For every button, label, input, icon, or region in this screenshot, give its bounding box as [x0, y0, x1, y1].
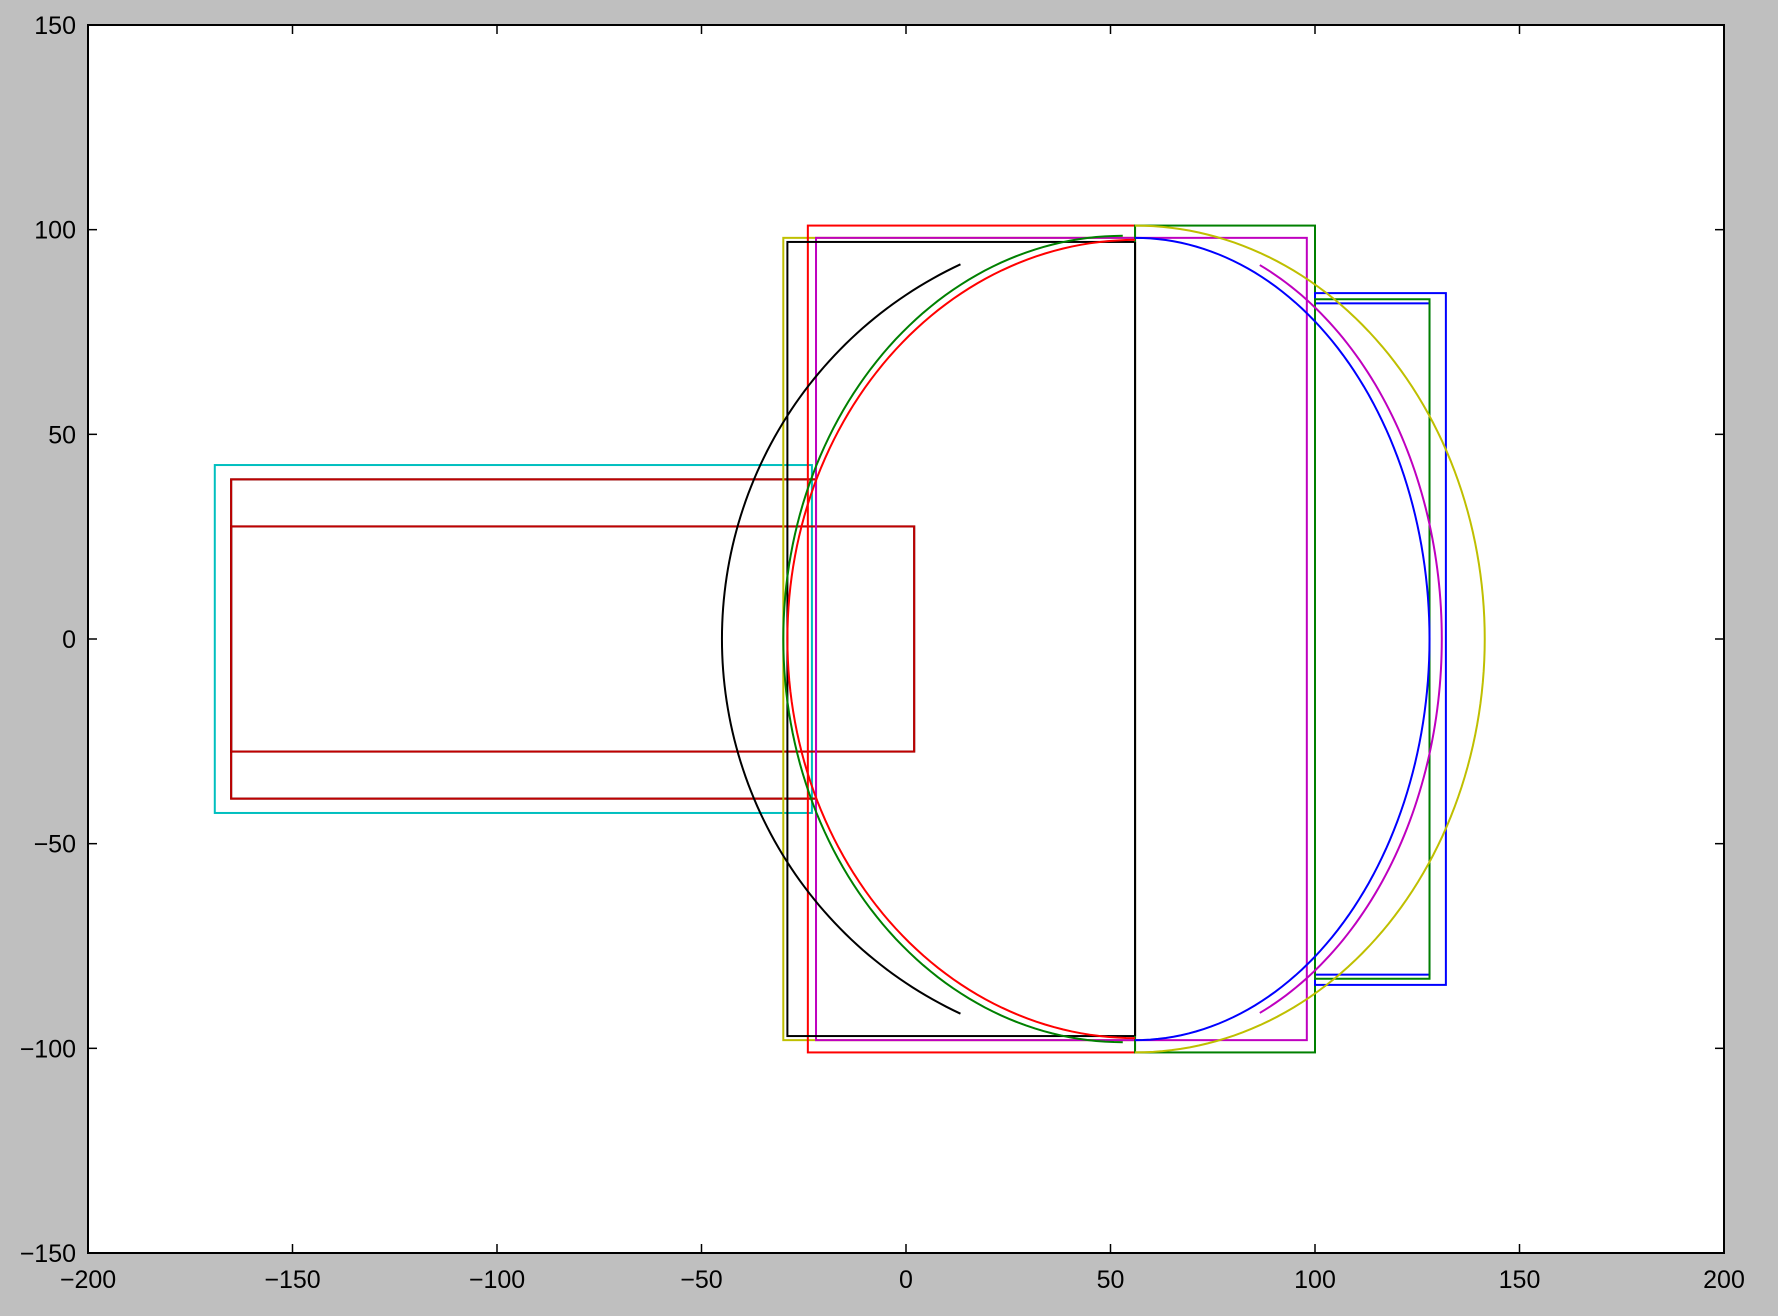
y-tick-label: −100 [20, 1035, 76, 1063]
x-tick-label: 200 [1703, 1266, 1745, 1294]
y-tick-label: 50 [48, 421, 76, 449]
x-tick-label: −50 [680, 1266, 722, 1294]
y-tick-label: 150 [34, 12, 76, 40]
plot-area [88, 25, 1724, 1253]
chart-figure: −200 −150 −100 −50 0 50 100 150 200 −150 −100 −50 0 5… [0, 0, 1778, 1316]
x-tick-label: −100 [469, 1266, 525, 1294]
y-tick-label: −150 [20, 1240, 76, 1268]
x-tick-label: 50 [1097, 1266, 1125, 1294]
x-tick-label: 100 [1294, 1266, 1336, 1294]
y-tick-label: 100 [34, 217, 76, 245]
x-tick-label: 150 [1499, 1266, 1541, 1294]
y-tick-label: 0 [62, 626, 76, 654]
x-tick-label: −150 [264, 1266, 320, 1294]
y-tick-label: −50 [34, 831, 76, 859]
x-tick-label: −200 [60, 1266, 116, 1294]
chart-svg: −200 −150 −100 −50 0 50 100 150 200−150−100−5005… [20, 12, 1745, 1294]
x-tick-label: 0 [899, 1266, 913, 1294]
